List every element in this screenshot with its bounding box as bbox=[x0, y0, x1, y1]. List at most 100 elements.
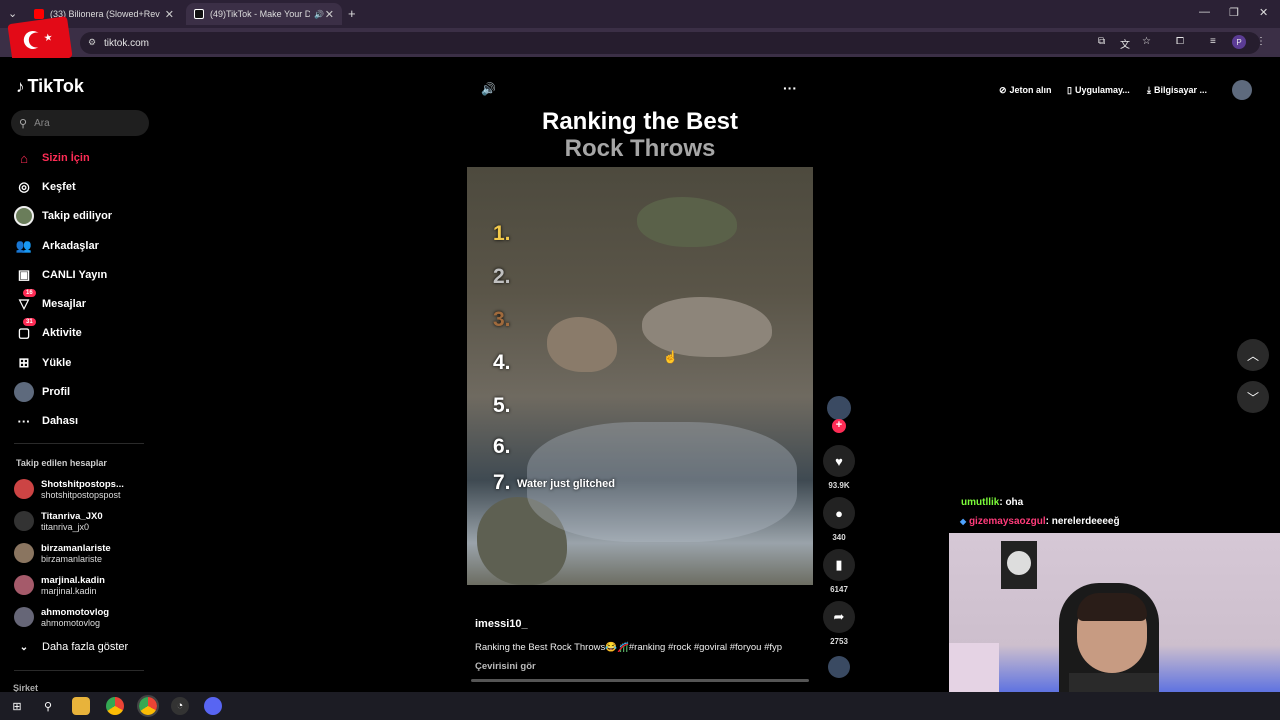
new-tab-button[interactable]: + bbox=[348, 6, 356, 21]
chat-message: ◆ gizemaysaozgul: nerelerdeeeeğ bbox=[960, 516, 1120, 527]
media-icon[interactable]: ≡ bbox=[1210, 36, 1216, 47]
sound-disc-icon[interactable] bbox=[828, 656, 850, 678]
close-tab-icon[interactable]: ✕ bbox=[165, 8, 174, 21]
avatar bbox=[14, 543, 34, 563]
share-count: 2753 bbox=[830, 637, 848, 646]
rank-1: 1. bbox=[493, 222, 511, 245]
nav-kesfet[interactable]: ◎ Keşfet bbox=[14, 176, 75, 198]
nav-dahasi[interactable]: ··· Dahası bbox=[14, 410, 79, 432]
speaker-icon[interactable]: 🔊 bbox=[314, 10, 324, 19]
more-options-icon[interactable]: ··· bbox=[783, 80, 797, 96]
rank-4: 4. bbox=[493, 351, 511, 374]
following-account[interactable]: Titanriva_JX0 titanriva_jx0 bbox=[14, 509, 103, 533]
chrome-active-icon[interactable] bbox=[137, 695, 159, 717]
account-handle: ahmomotovlog bbox=[41, 617, 101, 628]
account-name: Titanriva_JX0 bbox=[41, 510, 103, 522]
message-icon: ▽ 16 bbox=[14, 289, 36, 314]
discord-icon[interactable] bbox=[204, 697, 222, 715]
file-explorer-icon[interactable] bbox=[72, 697, 90, 715]
close-window-icon[interactable]: ✕ bbox=[1259, 6, 1268, 19]
nav-label: Aktivite bbox=[42, 327, 82, 339]
restore-icon[interactable]: ❐ bbox=[1229, 6, 1239, 19]
account-handle: marjinal.kadin bbox=[41, 585, 97, 596]
menu-kebab-icon[interactable]: ⋮ bbox=[1256, 36, 1266, 47]
obs-icon[interactable]: ◔ bbox=[171, 697, 189, 715]
nav-sizin-icin[interactable]: ⌂ Sizin İçin bbox=[14, 147, 90, 169]
search-placeholder: Ara bbox=[34, 117, 50, 129]
video-title-line2: Rock Throws bbox=[564, 135, 716, 162]
header-action-label: Uygulamay... bbox=[1074, 85, 1130, 95]
search-icon[interactable]: ⚲ bbox=[39, 697, 57, 715]
youtube-icon bbox=[34, 9, 44, 19]
minimize-icon[interactable]: — bbox=[1199, 6, 1210, 18]
video-player[interactable]: 1. 2. 3. 4. 5. 6. 7. Water just glitched… bbox=[467, 167, 813, 585]
profile-avatar-icon[interactable]: P bbox=[1232, 35, 1246, 49]
nav-mesajlar[interactable]: ▽ 16 Mesajlar bbox=[14, 289, 87, 315]
nav-label: Profil bbox=[42, 386, 71, 398]
nav-label: Mesajlar bbox=[42, 298, 87, 310]
nav-yukle[interactable]: ⊞ Yükle bbox=[14, 352, 72, 374]
nav-takip-ediliyor[interactable]: Takip ediliyor bbox=[14, 205, 112, 227]
like-count: 93.9K bbox=[828, 481, 850, 490]
rock-shape bbox=[547, 317, 617, 372]
volume-icon[interactable]: 🔊 bbox=[481, 82, 496, 96]
translate-icon[interactable]: 文 bbox=[1120, 36, 1130, 51]
translate-link[interactable]: Çevirisini gör bbox=[475, 661, 536, 672]
chevron-down-icon: ﹀ bbox=[1246, 390, 1259, 405]
following-account[interactable]: birzamanlariste birzamanlariste bbox=[14, 541, 111, 565]
nav-label: Takip ediliyor bbox=[42, 210, 113, 222]
share-button[interactable]: ➦ bbox=[823, 601, 855, 633]
video-author[interactable]: imessi10_ bbox=[475, 618, 528, 630]
streamer-face bbox=[1077, 593, 1147, 673]
bookmark-star-icon[interactable]: ☆ bbox=[1142, 36, 1151, 47]
windows-start-icon[interactable]: ⊞ bbox=[8, 697, 26, 715]
chat-username: umutllik bbox=[961, 497, 1000, 508]
get-coins-button[interactable]: ⊘ Jeton alın bbox=[999, 79, 1052, 101]
chevron-down-icon: ⌄ bbox=[19, 641, 29, 653]
tiktok-note-icon: ♪ bbox=[16, 76, 25, 96]
rank-5: 5. bbox=[493, 394, 511, 417]
divider bbox=[14, 670, 144, 671]
avatar bbox=[14, 575, 34, 595]
show-more-button[interactable]: ⌄ Daha fazla göster bbox=[14, 636, 128, 658]
tab-title: (49)TikTok - Make Your Day bbox=[210, 9, 310, 19]
rock-shape bbox=[637, 197, 737, 247]
close-tab-icon[interactable]: ✕ bbox=[325, 8, 334, 21]
nav-canli-yayin[interactable]: ▣ CANLI Yayın bbox=[14, 264, 107, 286]
get-desktop-button[interactable]: ⤓ Bilgisayar ... bbox=[1147, 79, 1207, 101]
creator-avatar[interactable] bbox=[827, 396, 851, 420]
user-avatar[interactable] bbox=[1232, 80, 1252, 100]
comment-button[interactable]: ● bbox=[823, 497, 855, 529]
previous-video-button[interactable]: ︿ bbox=[1237, 339, 1269, 371]
extensions-icon[interactable]: ⧠ bbox=[1176, 36, 1184, 47]
nav-arkadaslar[interactable]: 👥 Arkadaşlar bbox=[14, 235, 99, 257]
video-caption: Ranking the Best Rock Throws😂🎢#ranking #… bbox=[475, 642, 783, 653]
video-progress-bar[interactable] bbox=[471, 679, 809, 682]
follow-button[interactable]: + bbox=[832, 419, 846, 433]
chevron-up-icon: ︿ bbox=[1246, 348, 1259, 363]
following-avatar-icon bbox=[14, 206, 34, 226]
browser-tab-bar: ⌄ (33) Bilionera (Slowed+Reverb) ✕ (49)T… bbox=[0, 0, 1280, 28]
show-more-label: Daha fazla göster bbox=[42, 641, 129, 653]
save-button[interactable]: ▮ bbox=[823, 549, 855, 581]
activity-icon: ▢ 31 bbox=[14, 318, 36, 343]
chat-text: : nerelerdeeeeğ bbox=[1045, 516, 1120, 527]
install-icon[interactable]: ⧉ bbox=[1098, 36, 1105, 47]
following-account[interactable]: ahmomotovlog ahmomotovlog bbox=[14, 605, 109, 629]
search-icon: ⚲ bbox=[19, 117, 28, 130]
tab-tiktok[interactable]: (49)TikTok - Make Your Day 🔊 ✕ bbox=[186, 3, 342, 25]
get-app-button[interactable]: ▯ Uygulamay... bbox=[1067, 79, 1130, 101]
search-input[interactable]: ⚲ Ara bbox=[11, 110, 149, 136]
like-button[interactable]: ♥ bbox=[823, 445, 855, 477]
following-account[interactable]: Shotshitpostops... shotshitpostopspost bbox=[14, 477, 124, 501]
nav-aktivite[interactable]: ▢ 31 Aktivite bbox=[14, 318, 82, 344]
tiktok-logo[interactable]: ♪ TikTok bbox=[16, 76, 84, 97]
site-info-icon[interactable]: ⚙ bbox=[88, 37, 96, 48]
nav-profil[interactable]: Profil bbox=[14, 381, 70, 403]
following-account[interactable]: marjinal.kadin marjinal.kadin bbox=[14, 573, 105, 597]
url-input[interactable]: ⚙ tiktok.com ⧉ 文 ☆ ⧠ ≡ P ⋮ bbox=[80, 32, 1266, 54]
chrome-icon[interactable] bbox=[106, 697, 124, 715]
home-icon: ⌂ bbox=[20, 150, 28, 166]
next-video-button[interactable]: ﹀ bbox=[1237, 381, 1269, 413]
tab-search-icon[interactable]: ⌄ bbox=[8, 7, 17, 20]
